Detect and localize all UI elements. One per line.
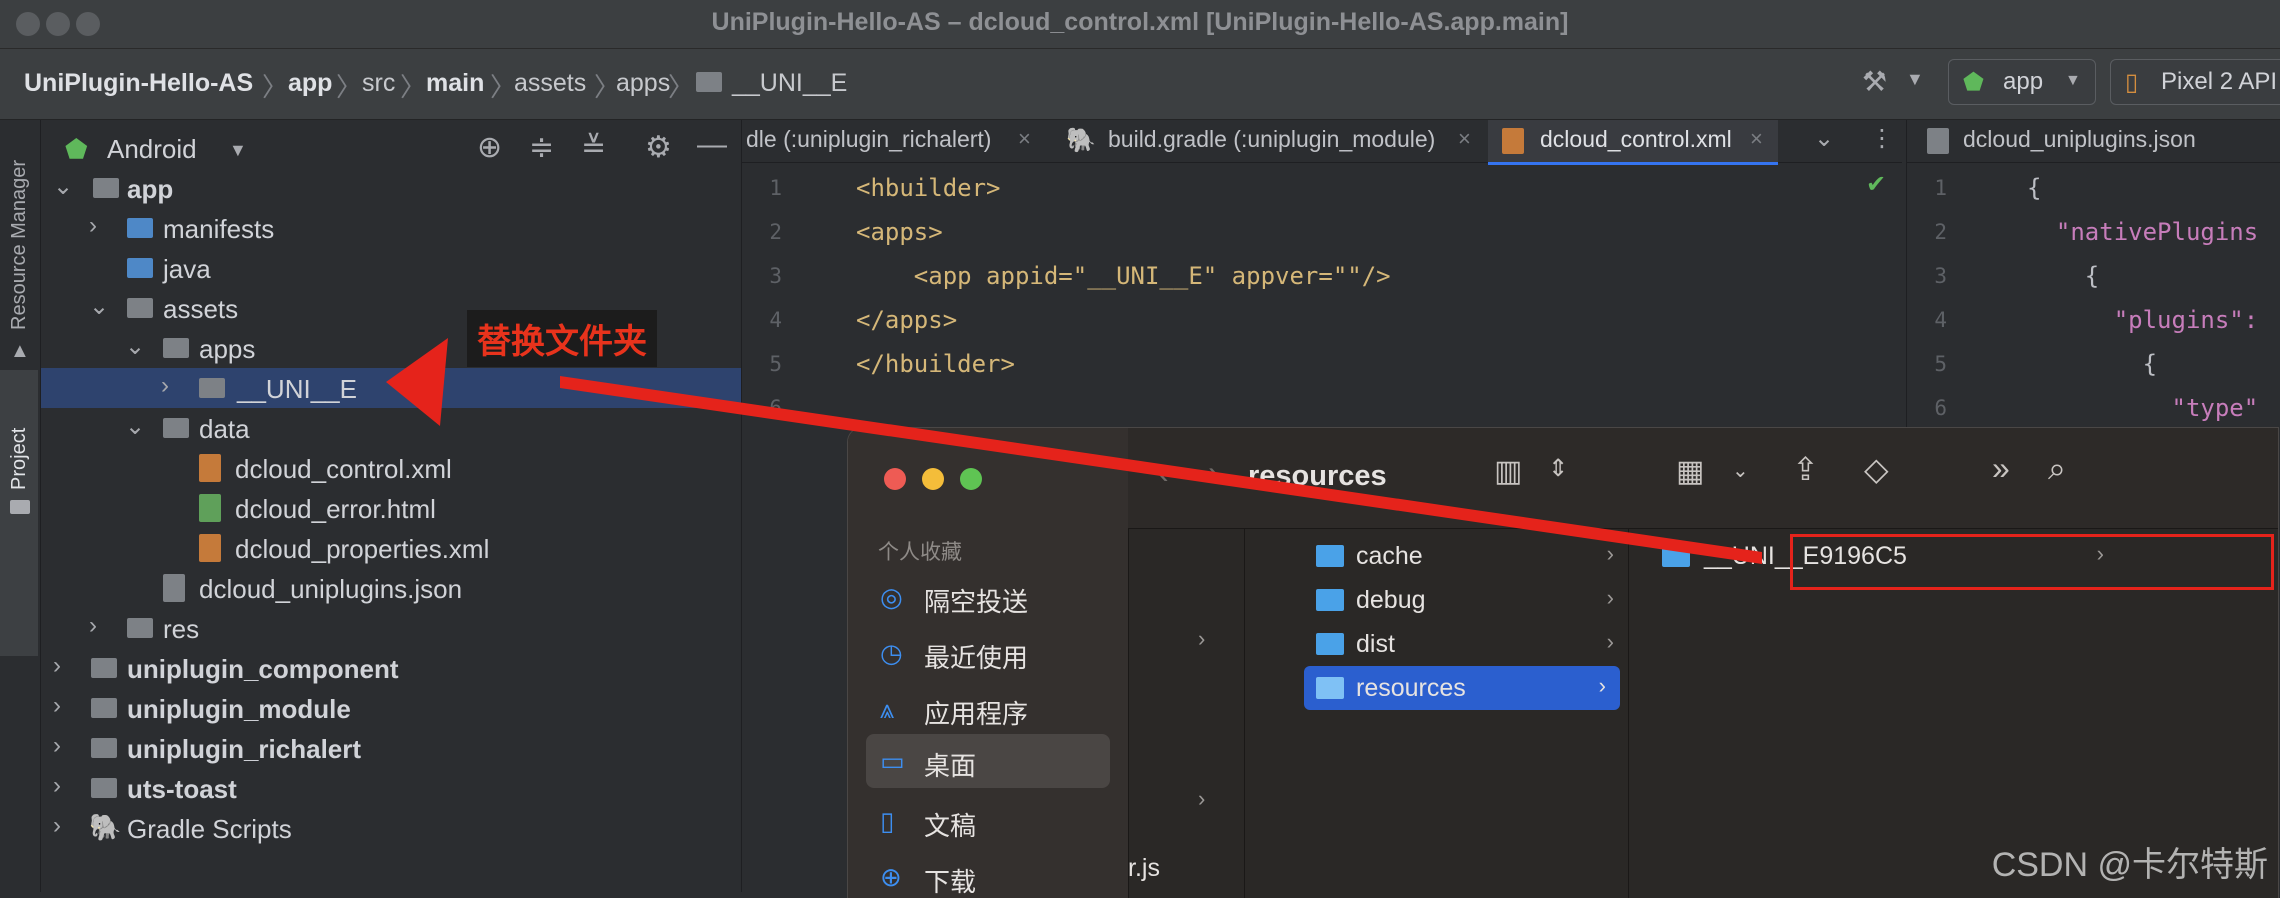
arrow-head [386,338,448,426]
annotation-label: 替换文件夹 [467,310,657,367]
watermark: CSDN @卡尔特斯 [1991,846,2268,884]
annotation-arrow [386,338,1762,564]
highlight-box [1790,534,2274,590]
arrow-shaft [560,376,1762,564]
